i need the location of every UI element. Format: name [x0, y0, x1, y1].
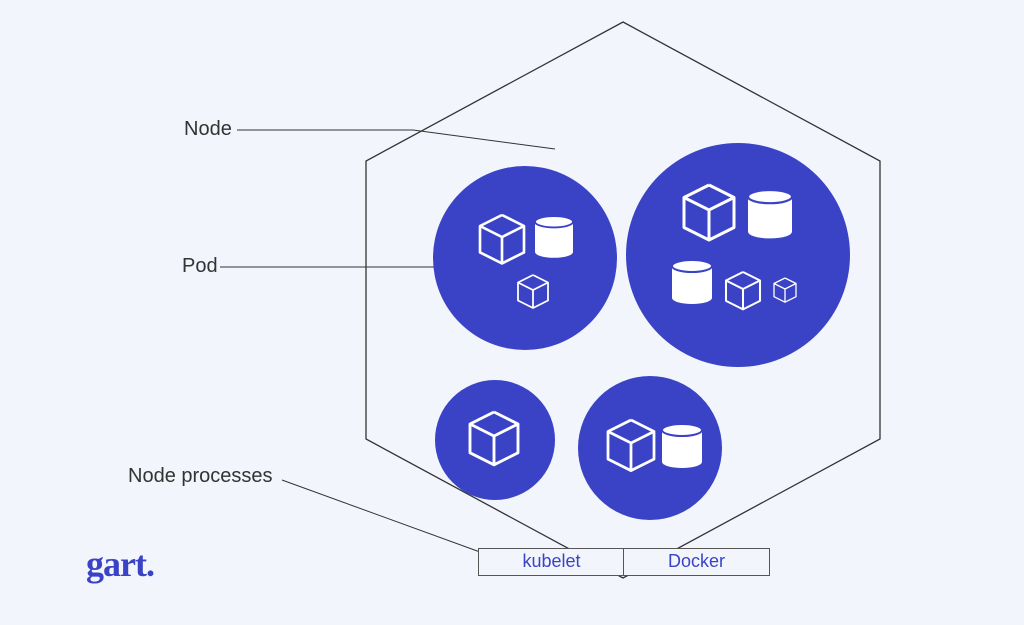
pod-bottom-left	[435, 380, 555, 500]
pod-bottom-right	[578, 376, 722, 520]
connector-node-processes	[282, 480, 480, 552]
connector-node	[237, 130, 555, 149]
process-docker: Docker	[623, 548, 770, 576]
node-diagram-svg	[0, 0, 1024, 625]
label-node: Node	[184, 118, 232, 141]
node-hexagon	[366, 22, 880, 578]
diagram-canvas: Node Pod Node processes kubelet Docker g…	[0, 0, 1024, 625]
process-kubelet: kubelet	[478, 548, 625, 576]
pod-top-right	[626, 143, 850, 367]
brand-logo: gart.	[86, 543, 154, 585]
pod-top-left	[433, 166, 617, 350]
label-node-processes: Node processes	[128, 465, 273, 488]
label-pod: Pod	[182, 255, 218, 278]
